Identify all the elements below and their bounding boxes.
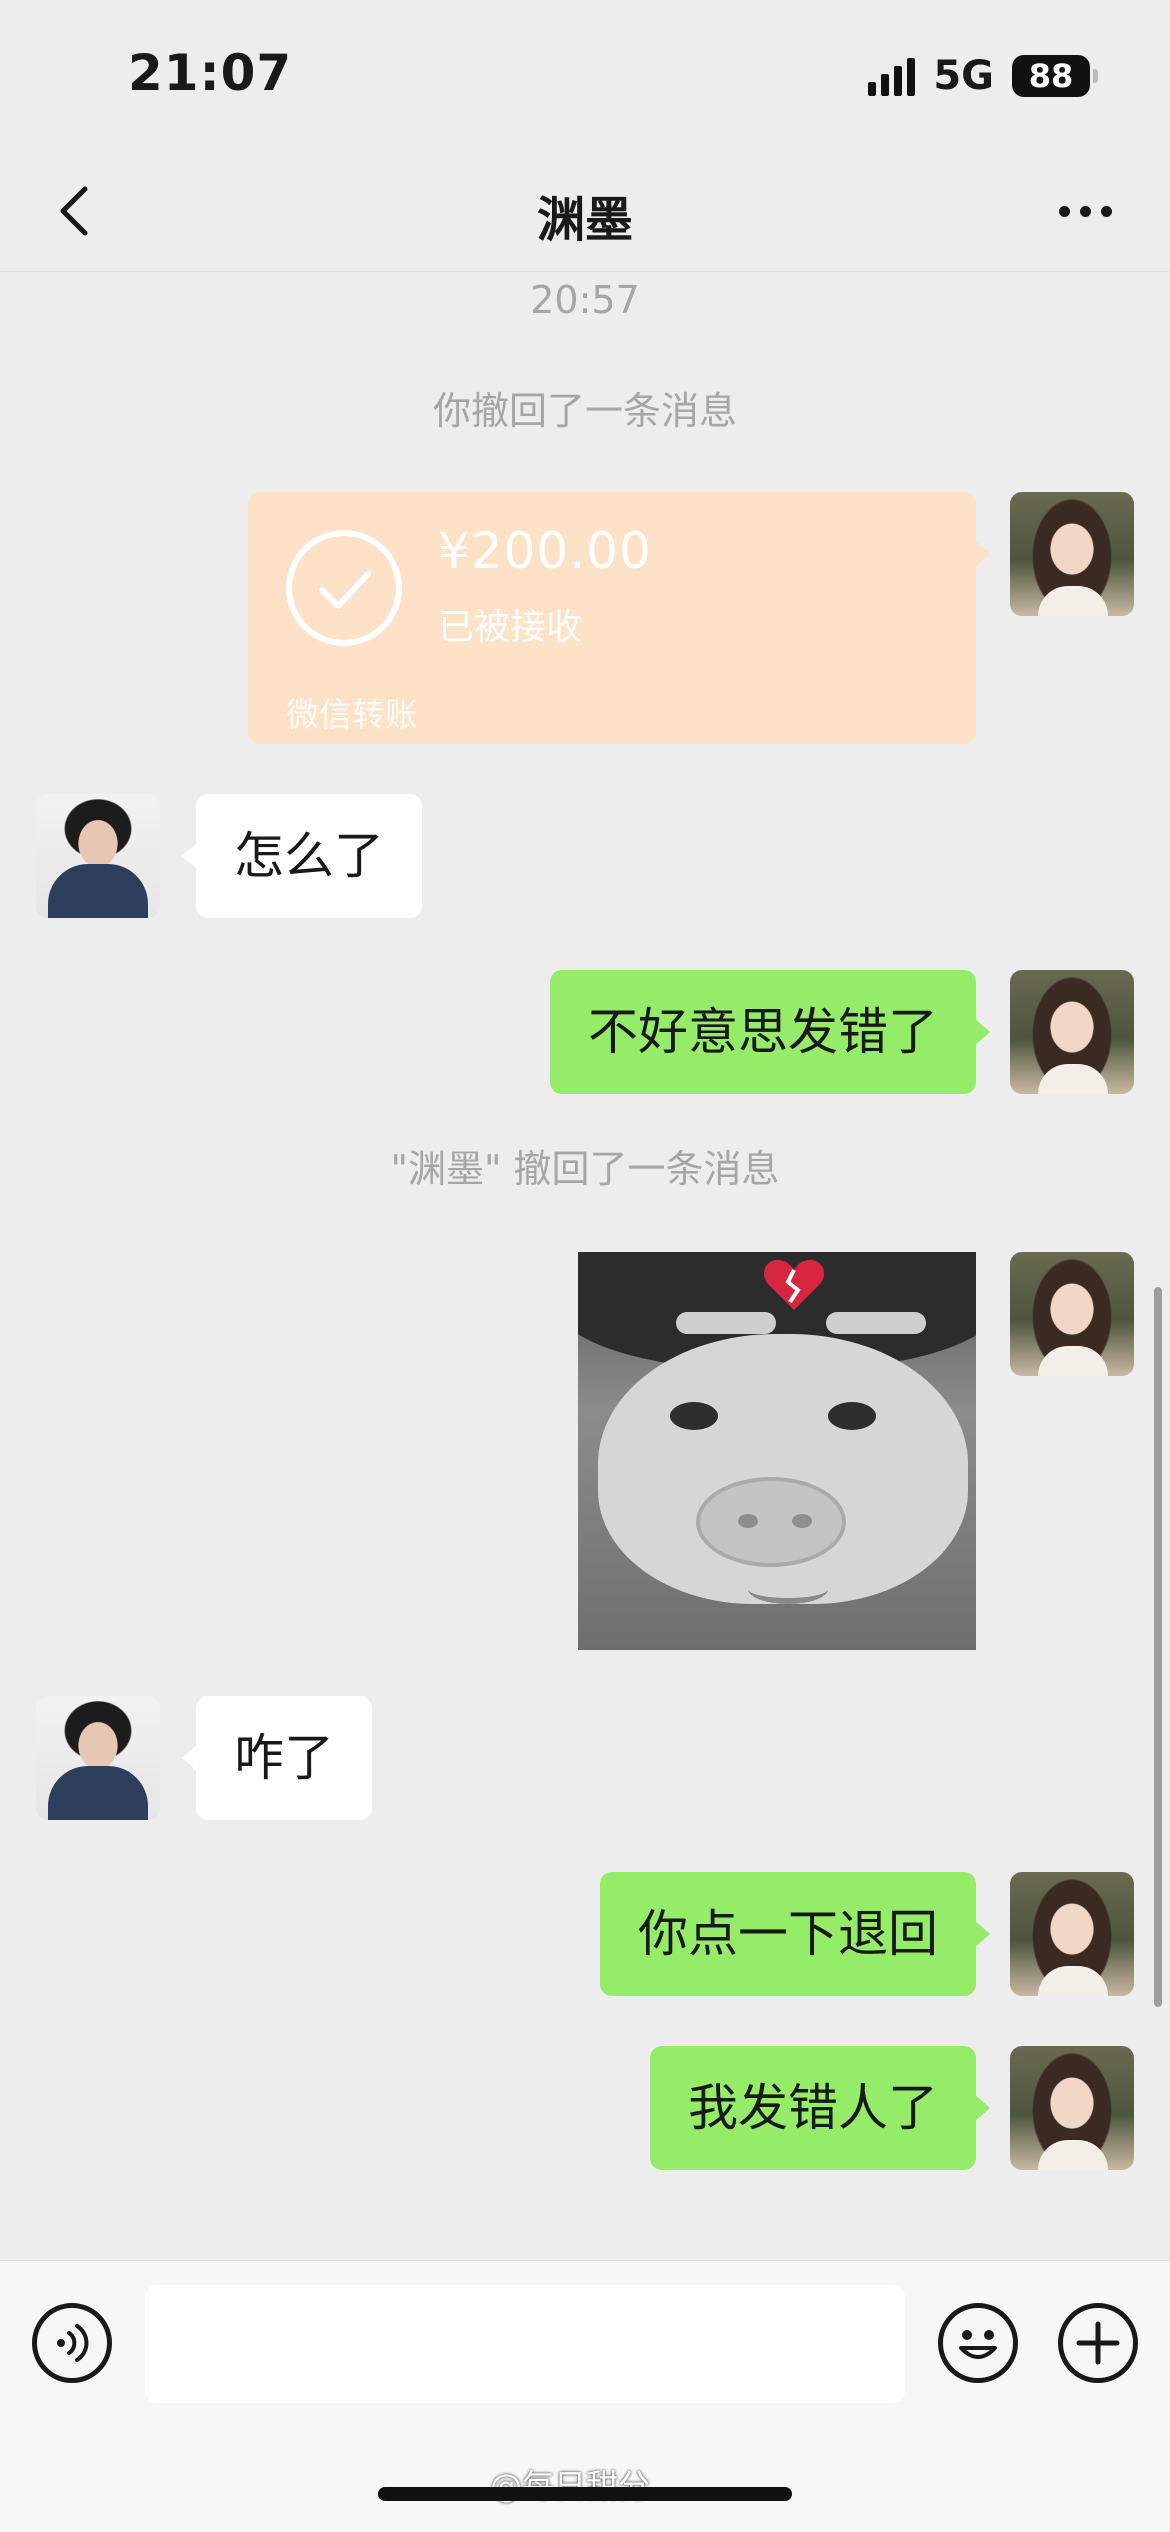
network-label: 5G: [933, 53, 994, 99]
message-bubble-incoming[interactable]: 咋了: [182, 1696, 372, 1820]
message-bubble-outgoing[interactable]: 我发错人了: [650, 2046, 990, 2170]
plus-button[interactable]: [1058, 2303, 1138, 2383]
recall-notice-other: "渊墨" 撤回了一条消息: [390, 1147, 780, 1191]
status-time: 21:07: [128, 44, 293, 102]
transfer-label: 微信转账: [286, 695, 418, 734]
recall-notice-self: 你撤回了一条消息: [432, 389, 737, 433]
timestamp: 20:57: [530, 278, 640, 322]
transfer-card[interactable]: ¥200.00 已被接收 微信转账: [248, 492, 990, 744]
check-circle-icon: [286, 530, 402, 646]
sticker-image[interactable]: [578, 1252, 976, 1650]
message-bubble-outgoing[interactable]: 不好意思发错了: [550, 970, 990, 1094]
voice-icon: [57, 2324, 89, 2362]
avatar-other[interactable]: [36, 794, 160, 918]
message-input[interactable]: [145, 2285, 905, 2403]
signal-icon: [868, 56, 916, 96]
pig-eye: [828, 1402, 876, 1430]
avatar-self[interactable]: [1010, 1872, 1134, 1996]
transfer-amount: ¥200.00: [438, 522, 652, 580]
battery-icon: 88: [1012, 55, 1098, 97]
pig-nose: [696, 1477, 846, 1567]
avatar-self[interactable]: [1010, 1252, 1134, 1376]
chat-header: 渊墨: [0, 150, 1170, 272]
scroll-indicator[interactable]: [1154, 1287, 1162, 2007]
message-list[interactable]: 20:57 你撤回了一条消息 ¥200.00 已被接收 微信转账 怎么了 不好意…: [0, 272, 1170, 2260]
emoji-button[interactable]: [938, 2303, 1018, 2383]
avatar-self[interactable]: [1010, 2046, 1134, 2170]
pig-eye: [670, 1402, 718, 1430]
plus-icon: [1076, 2321, 1120, 2365]
more-dots-icon: [1058, 205, 1070, 217]
voice-button[interactable]: [32, 2303, 112, 2383]
message-bubble-outgoing[interactable]: 你点一下退回: [600, 1872, 990, 1996]
transfer-status: 已被接收: [438, 607, 583, 648]
message-bubble-incoming[interactable]: 怎么了: [182, 794, 422, 918]
emoji-icon: [959, 2330, 997, 2359]
status-bar: 21:07 5G 88: [0, 0, 1170, 150]
avatar-self[interactable]: [1010, 970, 1134, 1094]
more-button[interactable]: [1040, 176, 1130, 246]
status-indicators: 5G 88: [868, 52, 1098, 100]
avatar-other[interactable]: [36, 1696, 160, 1820]
broken-heart-icon: [763, 1259, 825, 1310]
input-bar: @每日甜分: [0, 2260, 1170, 2532]
chat-title: 渊墨: [536, 192, 633, 248]
pig-mouth: [748, 1574, 828, 1604]
home-indicator[interactable]: [378, 2487, 792, 2501]
avatar-self[interactable]: [1010, 492, 1134, 616]
